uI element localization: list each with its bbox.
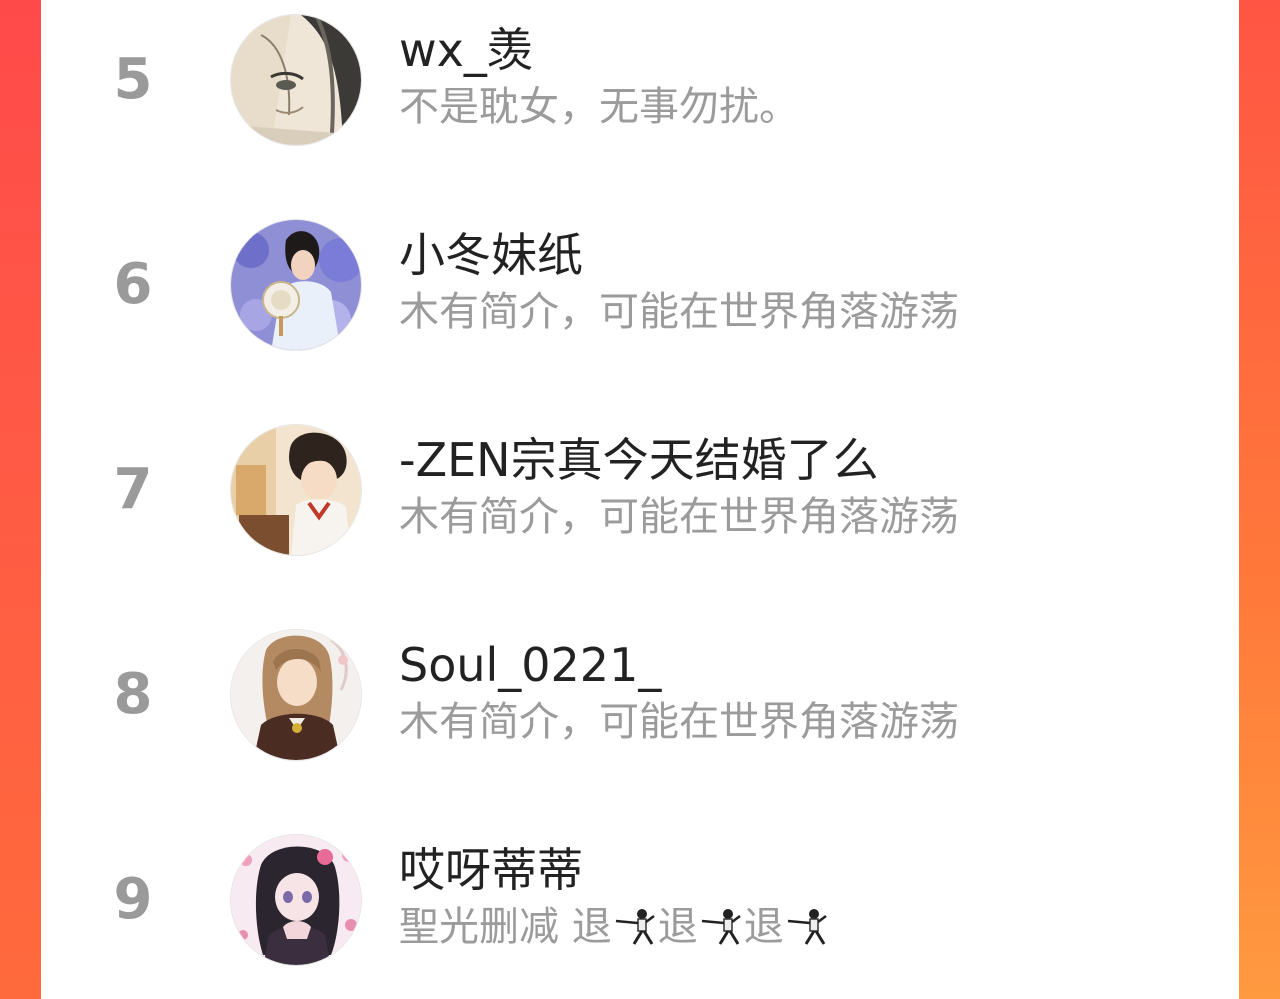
avatar-anime-longhair-icon xyxy=(231,630,361,760)
rank-number: 9 xyxy=(113,867,153,932)
rank-number: 7 xyxy=(113,457,153,522)
avatar[interactable] xyxy=(230,219,362,351)
list-item[interactable]: 5 wx_羡 不是耽女，无事勿扰。 xyxy=(41,10,1239,150)
avatar[interactable] xyxy=(230,834,362,966)
avatar[interactable] xyxy=(230,14,362,146)
fencer-emoji-icon xyxy=(612,906,658,946)
list-item[interactable]: 8 Soul_0221_ 木有简介，可能在世界角落游荡 xyxy=(41,625,1239,765)
username[interactable]: 哎呀蒂蒂 xyxy=(399,840,583,900)
username[interactable]: wx_羡 xyxy=(399,20,533,80)
background-right-edge xyxy=(1238,0,1280,999)
rank-number: 5 xyxy=(113,47,153,112)
bio-text: 退 xyxy=(657,904,698,950)
user-bio: 木有简介，可能在世界角落游荡 xyxy=(399,699,959,745)
avatar-costume-photo-icon xyxy=(231,220,361,350)
user-bio: 木有简介，可能在世界角落游荡 xyxy=(399,289,959,335)
bio-text: 退 xyxy=(743,904,784,950)
ranking-list-panel: 5 wx_羡 不是耽女，无事勿扰。 6 小冬妹纸 木有简介，可能在世界角落游荡 … xyxy=(41,0,1239,999)
list-item[interactable]: 9 哎呀蒂蒂 聖光删减 退退退 xyxy=(41,830,1239,970)
rank-number: 8 xyxy=(113,662,153,727)
user-bio: 聖光删减 退退退 xyxy=(399,900,830,954)
list-item[interactable]: 6 小冬妹纸 木有简介，可能在世界角落游荡 xyxy=(41,215,1239,355)
avatar-anime-girl-icon xyxy=(231,835,361,965)
user-bio: 不是耽女，无事勿扰。 xyxy=(399,84,799,130)
rank-number: 6 xyxy=(113,252,153,317)
avatar[interactable] xyxy=(230,424,362,556)
avatar[interactable] xyxy=(230,629,362,761)
avatar-ink-portrait-icon xyxy=(231,15,361,145)
avatar-anime-boy-icon xyxy=(231,425,361,555)
username[interactable]: -ZEN宗真今天结婚了么 xyxy=(399,430,879,490)
username[interactable]: 小冬妹纸 xyxy=(399,225,583,285)
list-item[interactable]: 7 -ZEN宗真今天结婚了么 木有简介，可能在世界角落游荡 xyxy=(41,420,1239,560)
fencer-emoji-icon xyxy=(784,906,830,946)
bio-text: 聖光删减 退 xyxy=(399,904,612,950)
fencer-emoji-icon xyxy=(698,906,744,946)
username[interactable]: Soul_0221_ xyxy=(399,635,661,695)
user-bio: 木有简介，可能在世界角落游荡 xyxy=(399,494,959,540)
